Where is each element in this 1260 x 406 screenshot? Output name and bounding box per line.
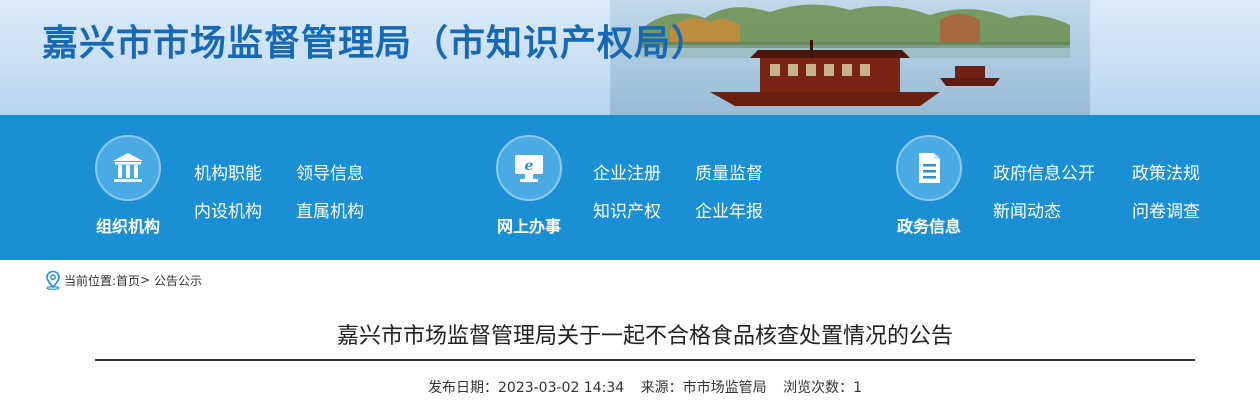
site-banner: 嘉兴市市场监督管理局（市知识产权局） xyxy=(0,0,1260,115)
svg-text:e: e xyxy=(525,158,534,174)
publish-date-value: 2023-03-02 14:34 xyxy=(498,380,625,396)
nav-link-wenjuan-diaocha[interactable]: 问卷调查 xyxy=(1132,197,1200,222)
location-pin-icon xyxy=(46,270,60,290)
publish-date-label: 发布日期： xyxy=(428,380,498,396)
nav-group-government-info: 政务信息 政府信息公开 政策法规 新闻动态 问卷调查 xyxy=(894,115,1234,260)
breadcrumb-separator: > xyxy=(140,273,154,287)
nav-group-label[interactable]: 网上办事 xyxy=(484,213,574,237)
view-count: 浏览次数：1 xyxy=(783,380,862,396)
site-title: 嘉兴市市场监督管理局（市知识产权局） xyxy=(42,23,709,64)
breadcrumb-prefix: 当前位置: xyxy=(64,273,117,288)
nav-group-online-service: e 网上办事 企业注册 质量监督 知识产权 企业年报 xyxy=(494,115,814,260)
article-source: 来源：市市场监管局 xyxy=(641,380,767,396)
publish-date: 发布日期：2023-03-02 14:34 xyxy=(428,380,624,396)
nav-link-zhishu-jigou[interactable]: 直属机构 xyxy=(296,197,364,222)
breadcrumb-current[interactable]: 公告公示 xyxy=(154,272,202,289)
breadcrumb: 当前位置: 首页 > 公告公示 xyxy=(44,269,202,291)
main-navigation: 组织机构 机构职能 领导信息 内设机构 直属机构 e 网上办事 企业注册 质量监… xyxy=(0,115,1260,260)
article-meta: 发布日期：2023-03-02 14:34 来源：市市场监管局 浏览次数：1 xyxy=(95,377,1195,397)
article-title: 嘉兴市市场监督管理局关于一起不合格食品核查处置情况的公告 xyxy=(336,324,953,349)
nav-group-label[interactable]: 政务信息 xyxy=(884,213,974,237)
nav-link-lingdao-xinxi[interactable]: 领导信息 xyxy=(296,159,364,184)
nav-link-neishe-jigou[interactable]: 内设机构 xyxy=(194,197,262,222)
online-service-icon[interactable]: e xyxy=(496,135,562,201)
views-value: 1 xyxy=(853,380,862,396)
nav-link-qiye-nianbao[interactable]: 企业年报 xyxy=(695,197,763,222)
nav-group-label[interactable]: 组织机构 xyxy=(83,213,173,237)
nav-link-xinwen-dongtai[interactable]: 新闻动态 xyxy=(993,197,1061,222)
nav-link-zhengce-fagui[interactable]: 政策法规 xyxy=(1132,159,1200,184)
nav-link-jigou-zhineng[interactable]: 机构职能 xyxy=(194,159,262,184)
source-value: 市市场监管局 xyxy=(682,380,767,396)
nav-link-qiye-zhuce[interactable]: 企业注册 xyxy=(593,159,661,184)
nav-group-organization: 组织机构 机构职能 领导信息 内设机构 直属机构 xyxy=(93,115,413,260)
views-label: 浏览次数： xyxy=(783,380,854,396)
nav-link-zhishi-chanquan[interactable]: 知识产权 xyxy=(593,197,661,222)
nav-link-zhengfu-xinxi-gongkai[interactable]: 政府信息公开 xyxy=(993,159,1095,184)
title-divider xyxy=(95,359,1195,361)
institution-icon[interactable] xyxy=(95,135,161,201)
document-icon[interactable] xyxy=(896,135,962,201)
source-label: 来源： xyxy=(640,380,683,396)
nav-link-zhiliang-jiandu[interactable]: 质量监督 xyxy=(695,159,763,184)
breadcrumb-home-link[interactable]: 首页 xyxy=(116,272,140,289)
